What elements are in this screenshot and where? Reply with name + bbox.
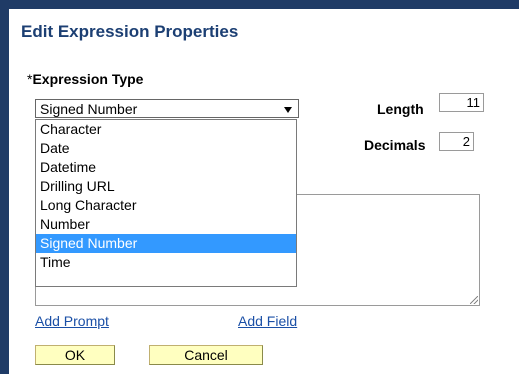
option-character[interactable]: Character — [36, 120, 296, 139]
option-long-character[interactable]: Long Character — [36, 196, 296, 215]
length-label: Length — [377, 101, 424, 117]
expression-type-selected-value: Signed Number — [40, 101, 138, 117]
expression-type-select[interactable]: Signed Number — [35, 99, 299, 118]
option-signed-number[interactable]: Signed Number — [36, 234, 296, 253]
option-time[interactable]: Time — [36, 253, 296, 272]
dialog-title: Edit Expression Properties — [21, 22, 239, 41]
expression-type-dropdown: Character Date Datetime Drilling URL Lon… — [35, 119, 297, 287]
decimals-input[interactable]: 2 — [439, 132, 474, 151]
length-input[interactable]: 11 — [439, 93, 484, 112]
option-drilling-url[interactable]: Drilling URL — [36, 177, 296, 196]
option-date[interactable]: Date — [36, 139, 296, 158]
expression-type-label-text: Expression Type — [32, 71, 144, 87]
option-number[interactable]: Number — [36, 215, 296, 234]
edit-expression-dialog: Edit Expression Properties *Expression T… — [9, 9, 519, 374]
resize-grip-icon[interactable] — [470, 296, 478, 304]
add-prompt-link[interactable]: Add Prompt — [35, 313, 109, 329]
chevron-down-icon[interactable] — [284, 107, 292, 113]
cancel-button[interactable]: Cancel — [149, 345, 263, 365]
add-field-link[interactable]: Add Field — [238, 313, 297, 329]
decimals-label: Decimals — [364, 137, 426, 153]
expression-type-label: *Expression Type — [27, 71, 143, 87]
ok-button[interactable]: OK — [35, 345, 115, 365]
option-datetime[interactable]: Datetime — [36, 158, 296, 177]
